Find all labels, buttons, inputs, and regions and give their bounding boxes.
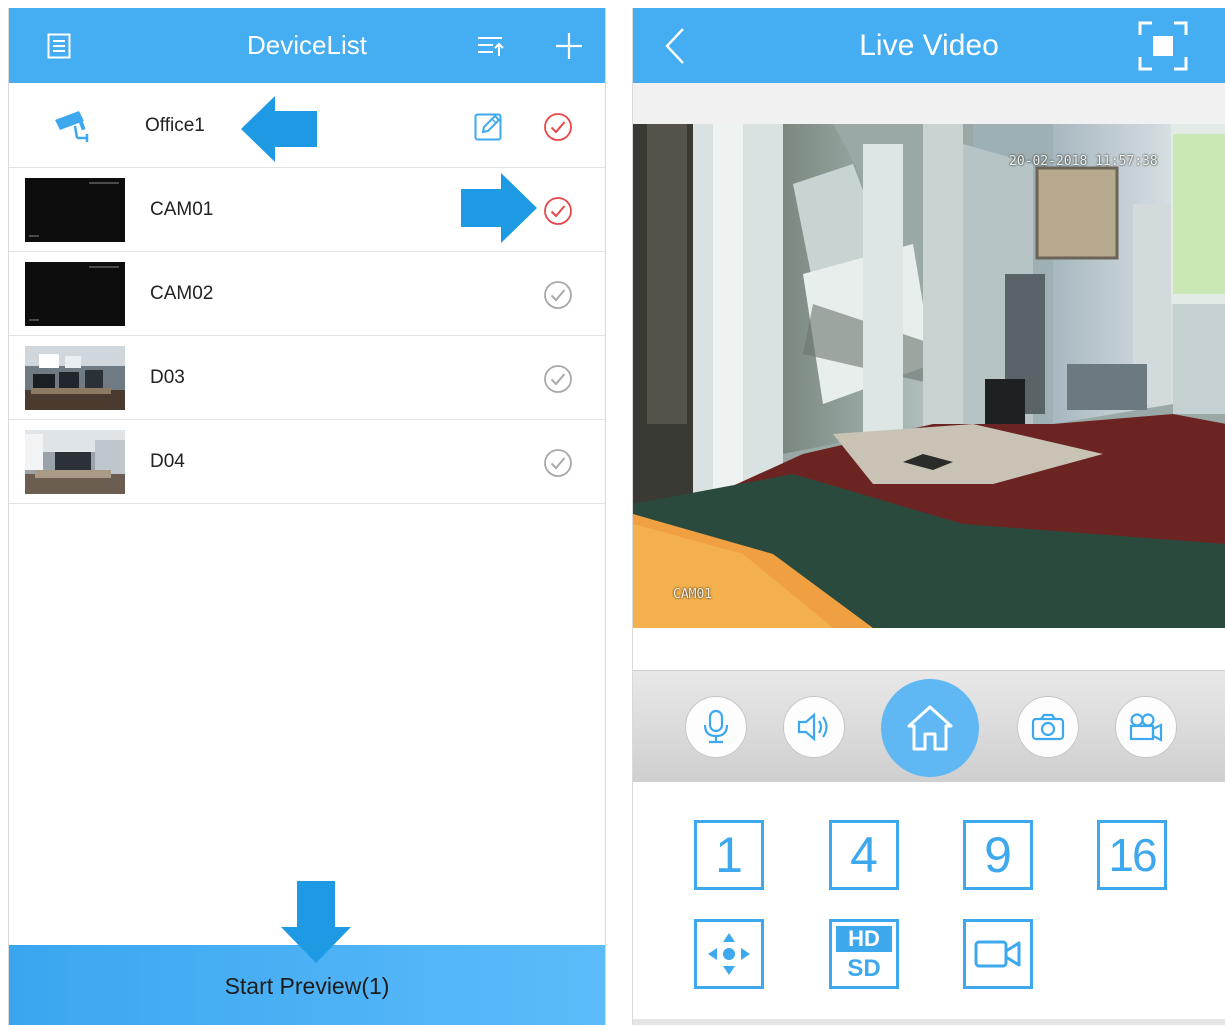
video-record-icon[interactable]	[1115, 696, 1177, 758]
check-circle-icon[interactable]	[543, 364, 573, 394]
device-thumbnail	[25, 262, 125, 326]
fullscreen-icon[interactable]	[1133, 8, 1193, 83]
group-label: Office1	[145, 115, 205, 136]
sd-label: SD	[847, 954, 881, 982]
device-list-screen: DeviceList Office1 CAM01 CAM02 D03 D04 S…	[8, 8, 606, 1025]
device-row-cam02[interactable]: CAM02	[9, 252, 605, 336]
device-thumbnail	[25, 178, 125, 242]
video-camera-label: CAM01	[673, 587, 713, 602]
arrow-down-annotation	[281, 881, 351, 968]
live-video-feed[interactable]: 20-02-2018 11:57:38 CAM01	[633, 124, 1225, 628]
speaker-icon[interactable]	[783, 696, 845, 758]
cctv-camera-icon	[53, 108, 93, 149]
layout-9-button[interactable]: 9	[963, 820, 1033, 890]
hd-sd-icon[interactable]: HD SD	[829, 919, 899, 989]
video-control-bar	[633, 670, 1225, 782]
ptz-icon[interactable]	[694, 919, 764, 989]
check-circle-icon[interactable]	[543, 196, 573, 226]
video-timestamp: 20-02-2018 11:57:38	[1009, 154, 1158, 169]
layout-1-button[interactable]: 1	[694, 820, 764, 890]
device-label: CAM01	[150, 199, 214, 220]
live-video-header: Live Video	[633, 8, 1225, 83]
camera-icon[interactable]	[1017, 696, 1079, 758]
microphone-icon[interactable]	[685, 696, 747, 758]
device-label: D04	[150, 451, 185, 472]
video-top-spacer	[633, 83, 1225, 124]
layout-4-button[interactable]: 4	[829, 820, 899, 890]
edit-icon[interactable]	[474, 111, 504, 146]
device-thumbnail	[25, 346, 125, 410]
device-row-cam01[interactable]: CAM01	[9, 168, 605, 252]
check-circle-icon[interactable]	[543, 112, 573, 142]
hd-label: HD	[836, 925, 892, 952]
home-icon[interactable]	[881, 679, 979, 777]
arrow-left-annotation	[241, 96, 317, 167]
device-row-d04[interactable]: D04	[9, 420, 605, 504]
start-preview-label: Start Preview(1)	[224, 973, 390, 999]
check-circle-icon[interactable]	[543, 448, 573, 478]
device-label: CAM02	[150, 283, 214, 304]
device-thumbnail	[25, 430, 125, 494]
arrow-right-annotation	[461, 173, 537, 248]
layout-16-button[interactable]: 16	[1097, 820, 1167, 890]
live-video-screen: Live Video 20-02-2018 11:57:38 CAM01 1 4…	[632, 8, 1225, 1025]
sort-icon[interactable]	[471, 8, 511, 83]
device-row-d03[interactable]: D03	[9, 336, 605, 420]
page-title: DeviceList	[247, 30, 367, 60]
add-icon[interactable]	[549, 8, 589, 83]
bottom-divider	[633, 1019, 1225, 1025]
device-group-row[interactable]: Office1	[9, 84, 605, 168]
check-circle-icon[interactable]	[543, 280, 573, 310]
device-label: D03	[150, 367, 185, 388]
device-list-header: DeviceList	[9, 8, 605, 83]
playback-icon[interactable]	[963, 919, 1033, 989]
